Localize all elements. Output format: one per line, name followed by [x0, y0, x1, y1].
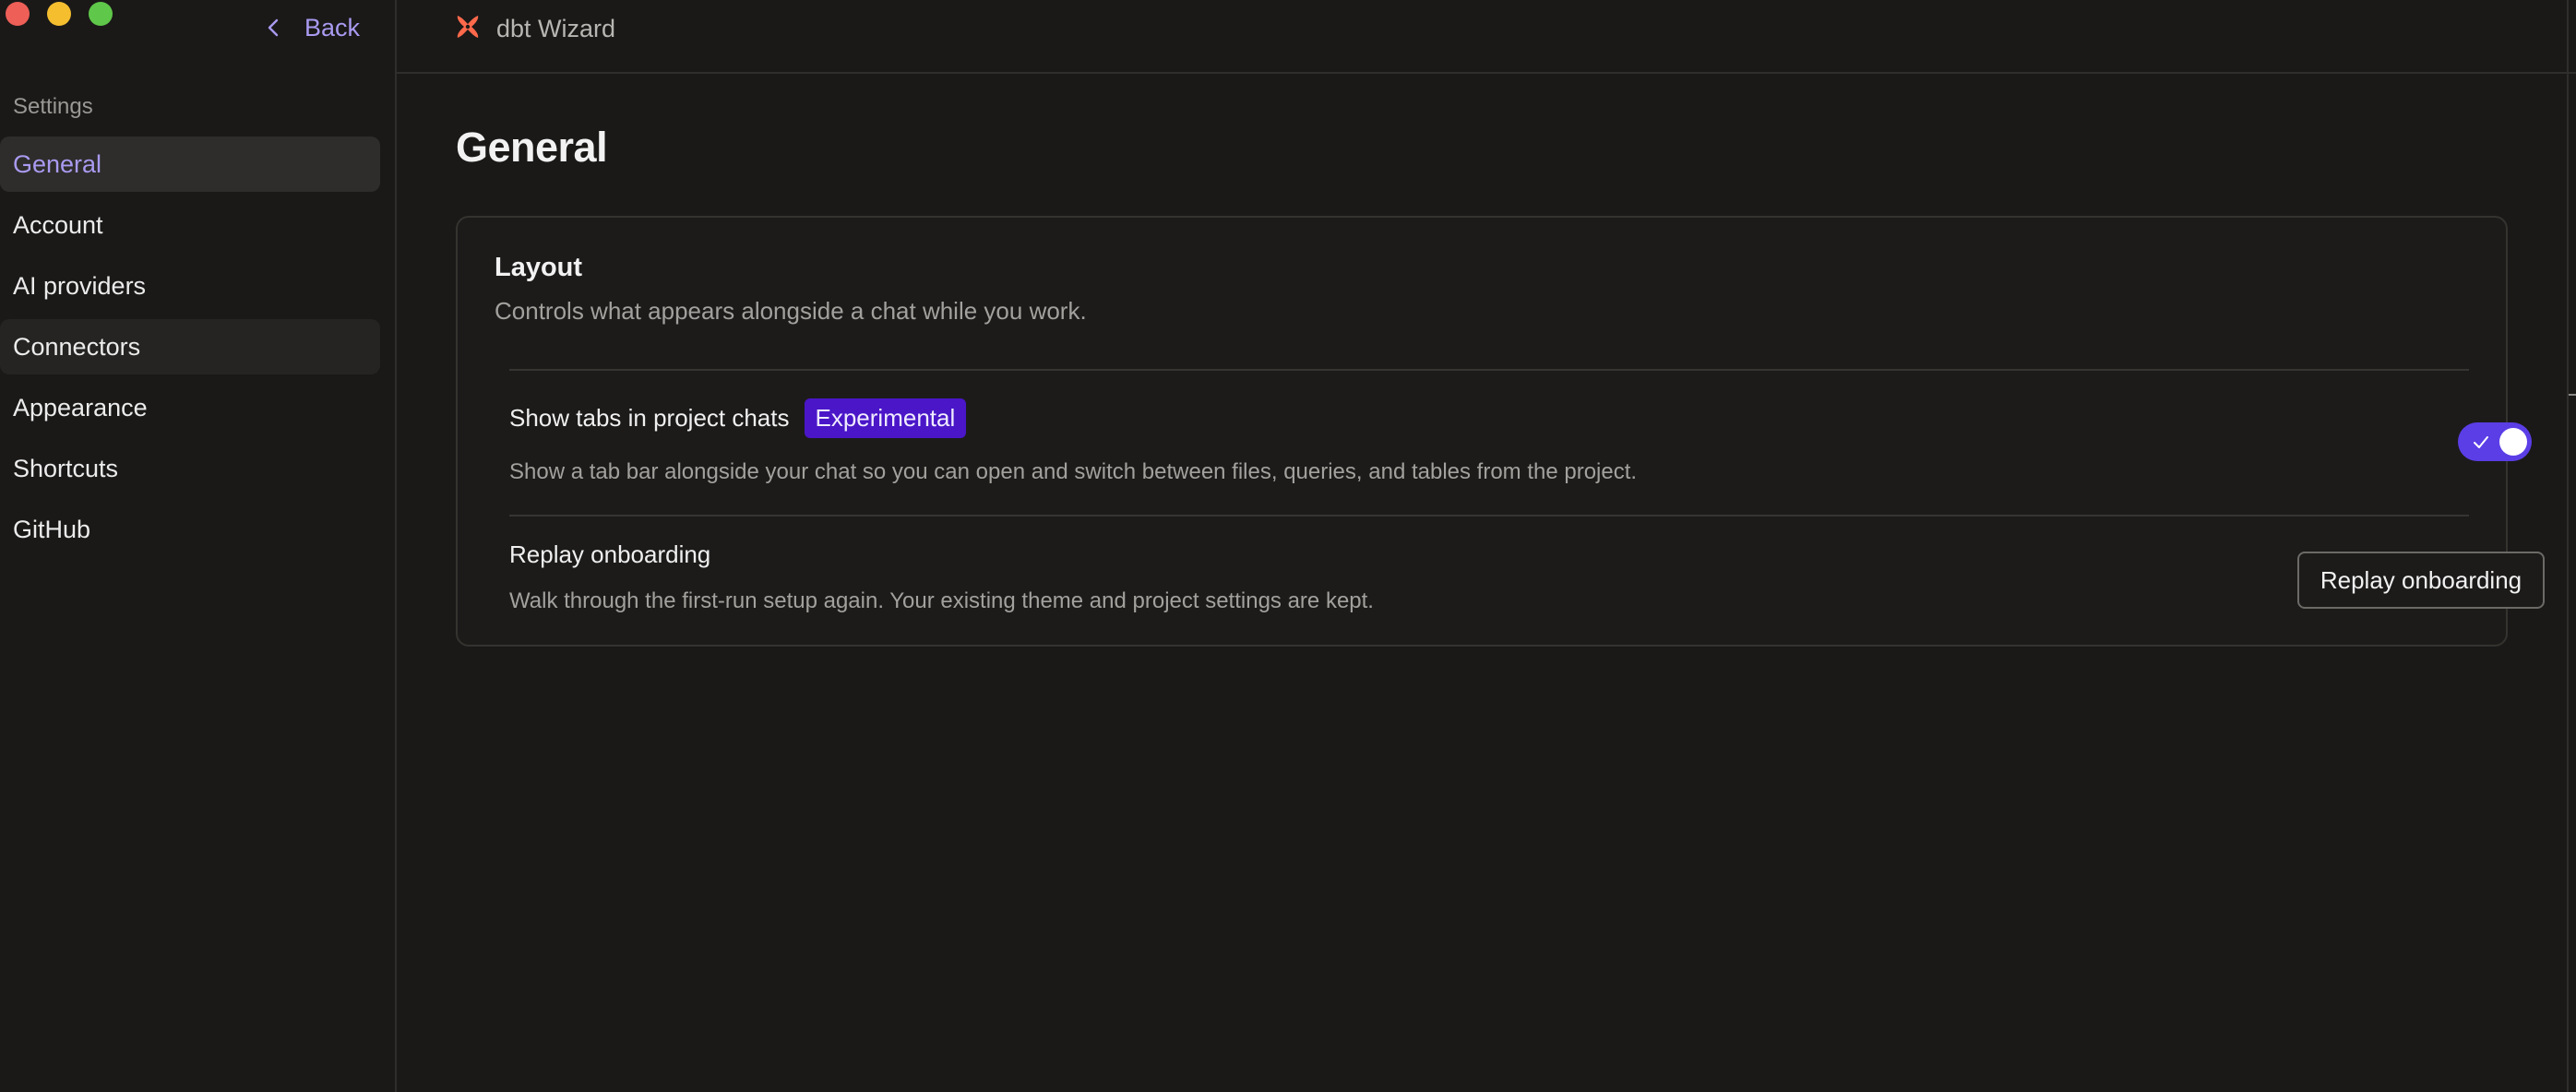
app-name: dbt Wizard [496, 15, 616, 42]
sidebar-item-general[interactable]: General [0, 136, 380, 192]
setting-label-show-tabs: Show tabs in project chats Experimental [509, 398, 967, 438]
sidebar-heading: Settings [13, 94, 93, 119]
section-description: Controls what appears alongside a chat w… [495, 297, 1087, 325]
chevron-left-icon [262, 11, 284, 44]
dbt-logo-icon [454, 13, 482, 45]
layout-settings-card: Layout Controls what appears alongside a… [456, 216, 2545, 647]
settings-sidebar: Back Settings General Account AI provide… [0, 0, 397, 1092]
divider [509, 369, 2469, 371]
sidebar-item-github[interactable]: GitHub [0, 502, 380, 557]
sidebar-item-connectors[interactable]: Connectors [0, 319, 380, 374]
sidebar-item-ai-providers[interactable]: AI providers [0, 258, 380, 314]
settings-window: Back Settings General Account AI provide… [0, 0, 2576, 1092]
app-brand: dbt Wizard [454, 13, 615, 45]
replay-onboarding-button[interactable]: Replay onboarding [2297, 552, 2545, 609]
settings-nav: General Account AI providers Connectors … [0, 136, 380, 563]
sidebar-item-shortcuts[interactable]: Shortcuts [0, 441, 380, 496]
setting-label-replay-onboarding: Replay onboarding [509, 540, 710, 569]
experimental-badge: Experimental [804, 398, 967, 438]
back-label: Back [304, 13, 361, 42]
back-button[interactable]: Back [262, 11, 360, 44]
setting-title: Show tabs in project chats [509, 404, 790, 432]
page-title: General [456, 124, 608, 171]
section-title: Layout [495, 253, 583, 282]
check-icon [2471, 432, 2491, 452]
settings-content: General Layout Controls what appears alo… [397, 74, 2576, 1092]
toggle-knob [2499, 428, 2527, 456]
show-tabs-toggle[interactable] [2458, 422, 2532, 461]
top-bar: dbt Wizard [397, 0, 2576, 74]
divider [509, 515, 2469, 516]
sidebar-item-account[interactable]: Account [0, 197, 380, 253]
sidebar-item-appearance[interactable]: Appearance [0, 380, 380, 435]
setting-description-show-tabs: Show a tab bar alongside your chat so yo… [509, 459, 1638, 484]
setting-description-replay-onboarding: Walk through the first-run setup again. … [509, 588, 1374, 613]
setting-title: Replay onboarding [509, 540, 711, 568]
